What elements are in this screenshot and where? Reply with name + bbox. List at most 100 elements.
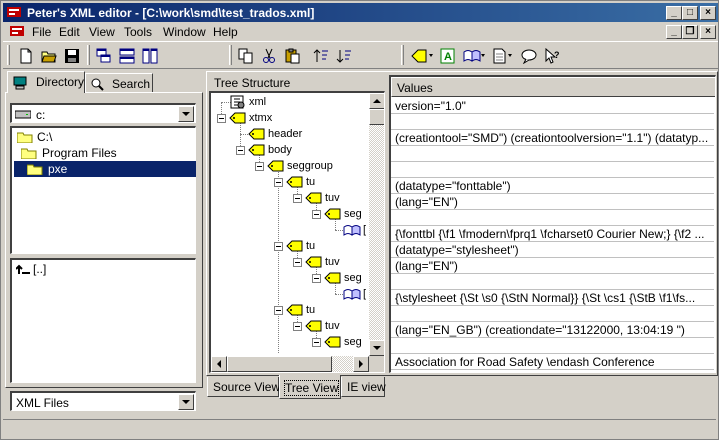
insert-attribute-button[interactable]: A [437, 46, 459, 66]
app-icon [7, 7, 21, 17]
element-tag-icon [229, 112, 246, 124]
menu-tools[interactable]: Tools [124, 25, 152, 39]
folder-item[interactable]: Program Files [14, 145, 194, 161]
menu-file[interactable]: File [32, 25, 51, 39]
mdi-close-button[interactable]: × [700, 25, 716, 39]
tab-directory[interactable]: Directory [7, 71, 85, 93]
insert-document-button[interactable] [489, 46, 512, 66]
scroll-up-button[interactable] [369, 93, 384, 109]
toolbar-grip[interactable] [87, 45, 90, 65]
tree-node-label: tu [306, 240, 316, 252]
folder-item-selected[interactable]: pxe [14, 161, 196, 177]
value-row[interactable] [391, 274, 714, 290]
menu-edit[interactable]: Edit [59, 25, 80, 39]
collapse-toggle[interactable] [312, 338, 321, 347]
value-row[interactable]: version="1.0" [391, 98, 714, 114]
value-row[interactable]: Association for Road Safety \endash Conf… [391, 354, 714, 370]
collapse-toggle[interactable] [312, 274, 321, 283]
collapse-toggle[interactable] [217, 114, 226, 123]
collapse-toggle[interactable] [293, 194, 302, 203]
tree-node-label: seg [344, 336, 362, 348]
help-button[interactable]: ? [541, 46, 563, 66]
value-text: (datatype="fonttable") [395, 179, 511, 193]
open-file-button[interactable] [38, 46, 60, 66]
insert-element-button[interactable] [408, 46, 433, 66]
tile-button[interactable] [116, 46, 138, 66]
toolbar-grip[interactable] [401, 45, 404, 65]
title-bar[interactable]: Peter's XML editor - [C:\work\smd\test_t… [3, 3, 718, 22]
drive-select[interactable]: c: [10, 103, 196, 123]
collapse-toggle[interactable] [274, 306, 283, 315]
value-row[interactable]: (creationtool="SMD") (creationtoolversio… [391, 130, 714, 146]
value-row[interactable] [391, 162, 714, 178]
file-list[interactable]: [..] [10, 258, 196, 383]
maximize-button[interactable]: □ [682, 6, 698, 20]
tab-ie-view[interactable]: IE view [341, 377, 386, 397]
folder-list[interactable]: C:\ Program Files pxe [10, 126, 196, 254]
text-node-icon [343, 289, 361, 300]
sort-ascending-button[interactable] [310, 46, 332, 66]
horizontal-scroll-thumb[interactable] [227, 356, 332, 372]
collapse-toggle[interactable] [312, 210, 321, 219]
mdi-restore-button[interactable]: ❐ [682, 25, 698, 39]
value-text: Association for Road Safety \endash Conf… [395, 355, 655, 369]
value-row[interactable] [391, 306, 714, 322]
value-row[interactable]: (lang="EN") [391, 258, 714, 274]
collapse-toggle[interactable] [274, 178, 283, 187]
values-header[interactable]: Values [391, 77, 715, 97]
new-file-button[interactable] [15, 46, 37, 66]
comment-button[interactable] [518, 46, 540, 66]
value-row[interactable]: (lang="EN_GB") (creationdate="13122000, … [391, 322, 714, 338]
element-tag-icon [324, 336, 341, 348]
close-button[interactable]: × [700, 6, 716, 20]
file-item[interactable]: [..] [14, 261, 74, 277]
collapse-toggle[interactable] [255, 162, 264, 171]
cut-button[interactable] [258, 46, 280, 66]
tree-vertical-scrollbar[interactable] [369, 93, 384, 356]
value-row[interactable]: (datatype="stylesheet") [391, 242, 714, 258]
minimize-button[interactable]: _ [666, 6, 682, 20]
sort-descending-button[interactable] [333, 46, 355, 66]
value-row[interactable]: (lang="EN") [391, 194, 714, 210]
collapse-toggle[interactable] [236, 146, 245, 155]
value-row[interactable] [391, 114, 714, 130]
document-icon[interactable] [9, 24, 25, 38]
value-text: version="1.0" [395, 99, 466, 113]
collapse-toggle[interactable] [274, 242, 283, 251]
menu-window[interactable]: Window [163, 25, 206, 39]
value-row[interactable] [391, 338, 714, 354]
collapse-toggle[interactable] [293, 258, 302, 267]
value-row[interactable]: {\stylesheet {\St \s0 {\StN Normal}} {\S… [391, 290, 714, 306]
toolbar-grip[interactable] [7, 45, 10, 65]
tile-windows-icon [119, 48, 135, 64]
insert-text-button[interactable] [460, 46, 485, 66]
scroll-thumb[interactable] [369, 109, 384, 125]
tree-view[interactable]: xml xtmx header body seggroup tu tuv seg[tu tuv s… [209, 91, 385, 373]
file-type-select[interactable]: XML Files [10, 391, 196, 411]
folder-item[interactable]: C:\ [14, 129, 194, 145]
chevron-down-icon[interactable] [178, 394, 194, 410]
values-grid[interactable]: Values version="1.0" (creationtool="SMD")… [389, 75, 716, 373]
value-row[interactable] [391, 146, 714, 162]
cascade-button[interactable] [93, 46, 115, 66]
tab-tree-view[interactable]: Tree View [279, 375, 341, 399]
tab-source-view[interactable]: Source View [207, 377, 280, 397]
scroll-down-button[interactable] [369, 340, 384, 356]
toolbar-grip[interactable] [229, 45, 232, 65]
tab-search[interactable]: Search [85, 73, 153, 93]
chevron-down-icon[interactable] [178, 106, 194, 122]
paste-button[interactable] [281, 46, 303, 66]
save-button[interactable] [61, 46, 83, 66]
value-row[interactable] [391, 210, 714, 226]
menu-help[interactable]: Help [213, 25, 238, 39]
scroll-left-button[interactable] [211, 356, 227, 372]
value-row[interactable]: (datatype="fonttable") [391, 178, 714, 194]
copy-button[interactable] [235, 46, 257, 66]
mdi-minimize-button[interactable]: _ [666, 25, 682, 39]
menu-view[interactable]: View [89, 25, 115, 39]
parent-directory-icon [16, 264, 30, 274]
arrange-button[interactable] [139, 46, 161, 66]
value-row[interactable]: {\fonttbl {\f1 \fmodern\fprq1 \fcharset0… [391, 226, 714, 242]
scroll-right-button[interactable] [353, 356, 369, 372]
collapse-toggle[interactable] [293, 322, 302, 331]
